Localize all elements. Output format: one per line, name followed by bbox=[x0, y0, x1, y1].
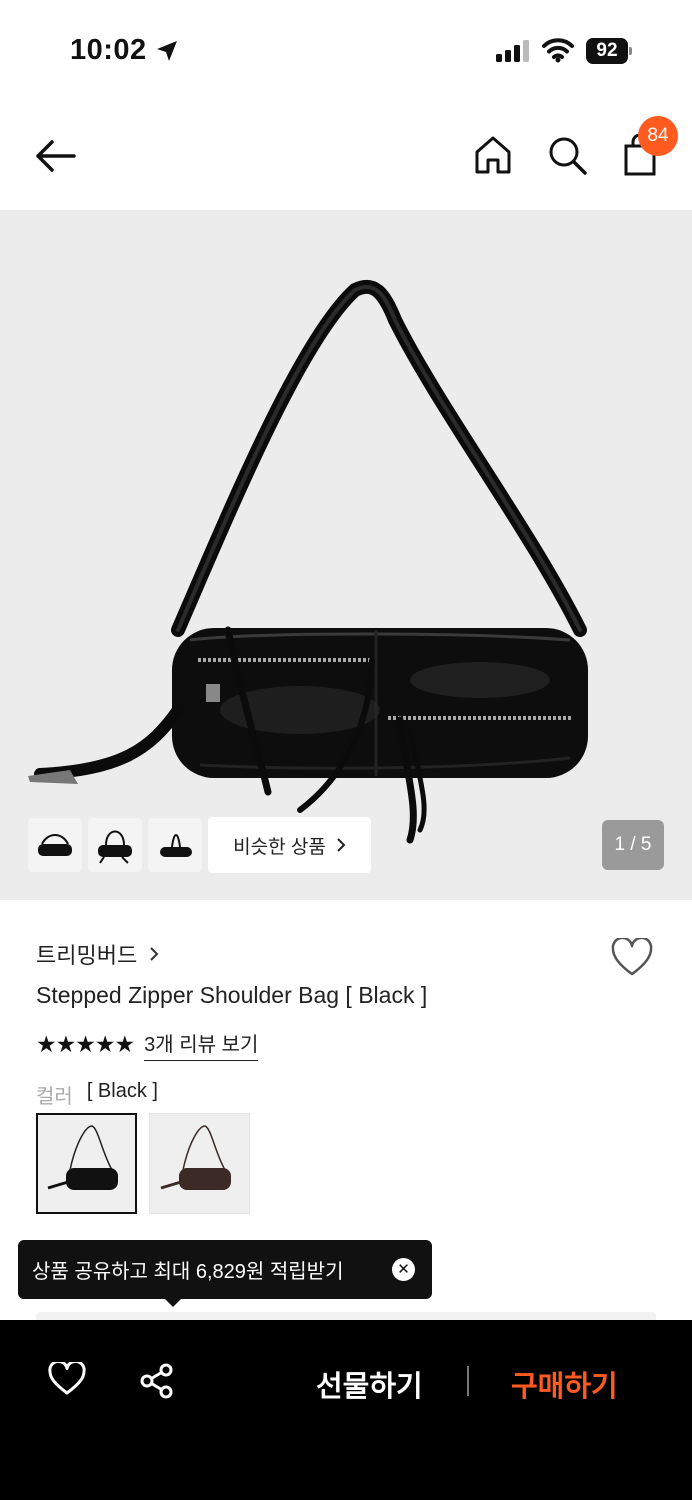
product-gallery[interactable]: 비슷한 상품 1 / 5 bbox=[0, 210, 692, 900]
product-image bbox=[28, 279, 588, 844]
signal-icon bbox=[496, 40, 529, 62]
chevron-right-icon bbox=[150, 947, 159, 961]
color-swatches bbox=[36, 1113, 250, 1214]
location-arrow-icon bbox=[157, 41, 177, 61]
chevron-right-icon bbox=[337, 838, 346, 852]
status-bar: 10:02 92 bbox=[0, 0, 692, 100]
thumbnail-side[interactable] bbox=[148, 818, 202, 872]
back-arrow-icon[interactable] bbox=[30, 136, 80, 176]
swatch-brown[interactable] bbox=[149, 1113, 250, 1214]
content-peek bbox=[36, 1312, 656, 1320]
reviews-link[interactable]: 3개 리뷰 보기 bbox=[144, 1028, 259, 1061]
bottom-action-bar: 선물하기 구매하기 bbox=[0, 1320, 692, 1500]
buy-button[interactable]: 구매하기 bbox=[511, 1363, 618, 1405]
share-icon[interactable] bbox=[138, 1362, 176, 1400]
color-value: [ Black ] bbox=[86, 1080, 158, 1102]
product-title: Stepped Zipper Shoulder Bag [ Black ] bbox=[36, 982, 428, 1008]
close-icon[interactable]: ✕ bbox=[392, 1258, 415, 1281]
color-row: 컬러 [ Black ] bbox=[36, 1080, 158, 1109]
home-icon[interactable] bbox=[472, 134, 514, 176]
tooltip-text: 상품 공유하고 최대 6,829원 적립받기 bbox=[32, 1261, 344, 1283]
heart-icon[interactable] bbox=[610, 938, 654, 978]
divider bbox=[467, 1366, 469, 1396]
similar-products-button[interactable]: 비슷한 상품 bbox=[208, 817, 371, 873]
gallery-thumbnails bbox=[28, 818, 202, 872]
share-reward-tooltip: 상품 공유하고 최대 6,829원 적립받기 ✕ bbox=[18, 1240, 432, 1307]
brand-name: 트리밍버드 bbox=[36, 943, 138, 968]
brand-link[interactable]: 트리밍버드 bbox=[36, 938, 159, 970]
rating-stars: ★★★★★ bbox=[36, 1031, 135, 1057]
similar-products-label: 비슷한 상품 bbox=[233, 836, 326, 858]
cart-count-badge: 84 bbox=[638, 116, 678, 156]
battery-level: 92 bbox=[586, 38, 628, 64]
rating-row: ★★★★★ 3개 리뷰 보기 bbox=[36, 1028, 259, 1061]
heart-icon[interactable] bbox=[48, 1362, 86, 1396]
search-icon[interactable] bbox=[546, 134, 588, 176]
gift-button[interactable]: 선물하기 bbox=[316, 1363, 423, 1405]
thumbnail-back[interactable] bbox=[88, 818, 142, 872]
top-nav bbox=[0, 100, 692, 210]
battery-icon: 92 bbox=[586, 38, 632, 64]
gallery-page-counter: 1 / 5 bbox=[602, 820, 664, 870]
thumbnail-front[interactable] bbox=[28, 818, 82, 872]
wifi-icon bbox=[542, 38, 574, 63]
status-time: 10:02 bbox=[70, 34, 147, 66]
swatch-black[interactable] bbox=[36, 1113, 137, 1214]
color-label: 컬러 bbox=[36, 1086, 73, 1108]
